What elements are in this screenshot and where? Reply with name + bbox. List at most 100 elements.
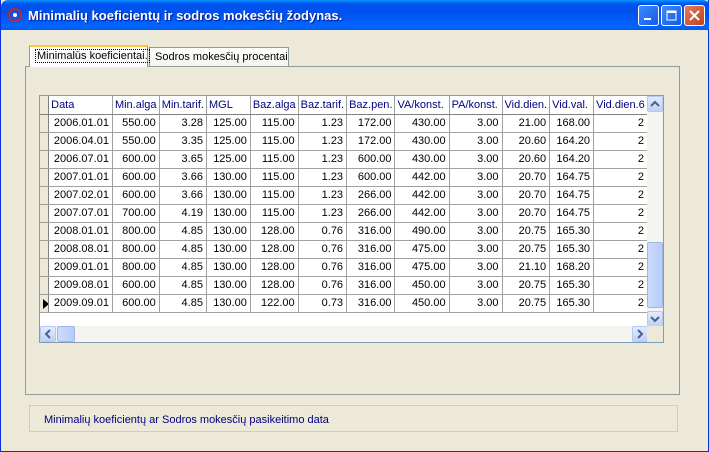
table-cell[interactable]: 1.23 <box>298 150 348 169</box>
table-cell[interactable]: 164.75 <box>549 186 595 205</box>
table-row[interactable]: 2006.07.01 600.00 3.65 125.00 115.00 1.23 600.… <box>40 150 648 169</box>
table-cell[interactable]: 600.00 <box>112 186 160 205</box>
table-row[interactable]: 2006.04.01 550.00 3.35 125.00 115.00 1.23 172.… <box>40 132 648 151</box>
table-cell[interactable]: 3.00 <box>449 150 503 169</box>
title-bar[interactable]: Minimalių koeficientų ir sodros mokesčių… <box>1 0 709 30</box>
table-cell[interactable]: 115.00 <box>250 150 299 169</box>
table-cell[interactable]: 475.00 <box>394 240 450 259</box>
row-indicator[interactable] <box>40 240 50 259</box>
table-cell[interactable]: 2009.08.01 <box>48 276 113 295</box>
table-cell[interactable]: 2 <box>593 114 648 133</box>
row-indicator[interactable] <box>40 294 50 313</box>
column-header[interactable]: VA/konst. <box>394 96 450 115</box>
table-cell[interactable]: 1.23 <box>298 132 348 151</box>
table-row[interactable]: 2009.08.01 600.00 4.85 130.00 128.00 0.76 316.… <box>40 276 648 295</box>
table-cell[interactable]: 0.76 <box>298 258 348 277</box>
table-cell[interactable]: 550.00 <box>112 114 160 133</box>
table-cell[interactable]: 20.75 <box>502 276 551 295</box>
column-header[interactable]: Vid.dien.6 <box>593 96 648 115</box>
table-cell[interactable]: 130.00 <box>206 222 251 241</box>
table-cell[interactable]: 115.00 <box>250 204 299 223</box>
table-cell[interactable]: 3.66 <box>159 186 207 205</box>
table-cell[interactable]: 21.00 <box>502 114 551 133</box>
table-cell[interactable]: 3.00 <box>449 294 503 313</box>
table-cell[interactable]: 115.00 <box>250 186 299 205</box>
table-cell[interactable]: 3.28 <box>159 114 207 133</box>
vertical-scrollbar[interactable] <box>647 96 663 327</box>
table-cell[interactable]: 316.00 <box>346 276 396 295</box>
table-cell[interactable]: 600.00 <box>112 150 160 169</box>
table-cell[interactable]: 130.00 <box>206 276 251 295</box>
table-cell[interactable]: 125.00 <box>206 114 251 133</box>
table-row[interactable]: 2007.07.01 700.00 4.19 130.00 115.00 1.23 266.… <box>40 204 648 223</box>
table-cell[interactable]: 2 <box>593 294 648 313</box>
table-cell[interactable]: 2007.07.01 <box>48 204 113 223</box>
table-cell[interactable]: 0.76 <box>298 222 348 241</box>
table-cell[interactable]: 600.00 <box>346 168 396 187</box>
table-cell[interactable]: 3.00 <box>449 258 503 277</box>
table-cell[interactable]: 1.23 <box>298 114 348 133</box>
table-cell[interactable]: 1.23 <box>298 168 348 187</box>
table-cell[interactable]: 164.75 <box>549 168 595 187</box>
row-indicator[interactable] <box>40 222 50 241</box>
table-cell[interactable]: 550.00 <box>112 132 160 151</box>
table-cell[interactable]: 20.60 <box>502 132 551 151</box>
table-cell[interactable]: 128.00 <box>250 240 299 259</box>
table-cell[interactable]: 0.76 <box>298 276 348 295</box>
table-cell[interactable]: 316.00 <box>346 222 396 241</box>
row-indicator[interactable] <box>40 114 50 133</box>
table-cell[interactable]: 164.20 <box>549 132 595 151</box>
table-cell[interactable]: 430.00 <box>394 132 450 151</box>
table-cell[interactable]: 20.70 <box>502 186 551 205</box>
table-cell[interactable]: 3.00 <box>449 222 503 241</box>
table-cell[interactable]: 0.76 <box>298 240 348 259</box>
close-button[interactable] <box>684 5 705 26</box>
table-cell[interactable]: 165.30 <box>549 294 595 313</box>
table-cell[interactable]: 600.00 <box>346 150 396 169</box>
table-cell[interactable]: 442.00 <box>394 204 450 223</box>
table-cell[interactable]: 450.00 <box>394 276 450 295</box>
table-cell[interactable]: 2 <box>593 132 648 151</box>
table-cell[interactable]: 600.00 <box>112 168 160 187</box>
table-cell[interactable]: 20.75 <box>502 240 551 259</box>
table-cell[interactable]: 600.00 <box>112 276 160 295</box>
table-cell[interactable]: 168.20 <box>549 258 595 277</box>
column-header[interactable]: Baz.pen. <box>346 96 396 115</box>
row-indicator[interactable] <box>40 132 50 151</box>
column-header[interactable]: Vid.val. <box>549 96 595 115</box>
table-cell[interactable]: 700.00 <box>112 204 160 223</box>
scroll-left-button[interactable] <box>40 326 56 342</box>
table-cell[interactable]: 3.65 <box>159 150 207 169</box>
table-cell[interactable]: 20.70 <box>502 168 551 187</box>
table-cell[interactable]: 168.00 <box>549 114 595 133</box>
tab-sodra-tax-percentages[interactable]: Sodros mokesčių procentai <box>149 47 289 67</box>
column-header[interactable]: Vid.dien. <box>502 96 551 115</box>
table-cell[interactable]: 800.00 <box>112 258 160 277</box>
table-cell[interactable]: 2 <box>593 258 648 277</box>
table-row[interactable]: 2007.02.01 600.00 3.66 130.00 115.00 1.23 266.… <box>40 186 648 205</box>
table-cell[interactable]: 800.00 <box>112 222 160 241</box>
table-cell[interactable]: 2006.07.01 <box>48 150 113 169</box>
table-cell[interactable]: 3.00 <box>449 204 503 223</box>
table-cell[interactable]: 2008.01.01 <box>48 222 113 241</box>
table-cell[interactable]: 266.00 <box>346 186 396 205</box>
table-cell[interactable]: 316.00 <box>346 258 396 277</box>
horizontal-scrollbar[interactable] <box>40 326 648 342</box>
table-cell[interactable]: 130.00 <box>206 294 251 313</box>
row-indicator[interactable] <box>40 276 50 295</box>
table-row[interactable]: 2006.01.01 550.00 3.28 125.00 115.00 1.23 172.… <box>40 114 648 133</box>
table-cell[interactable]: 0.73 <box>298 294 348 313</box>
table-cell[interactable]: 4.85 <box>159 258 207 277</box>
table-cell[interactable]: 430.00 <box>394 150 450 169</box>
table-row[interactable]: 2009.01.01 800.00 4.85 130.00 128.00 0.76 316.… <box>40 258 648 277</box>
table-cell[interactable]: 4.85 <box>159 294 207 313</box>
table-cell[interactable]: 3.35 <box>159 132 207 151</box>
column-header[interactable]: PA/konst. <box>449 96 503 115</box>
table-cell[interactable]: 266.00 <box>346 204 396 223</box>
table-cell[interactable]: 1.23 <box>298 204 348 223</box>
table-cell[interactable]: 115.00 <box>250 168 299 187</box>
table-cell[interactable]: 2 <box>593 204 648 223</box>
table-cell[interactable]: 2009.01.01 <box>48 258 113 277</box>
table-cell[interactable]: 172.00 <box>346 114 396 133</box>
table-cell[interactable]: 316.00 <box>346 240 396 259</box>
